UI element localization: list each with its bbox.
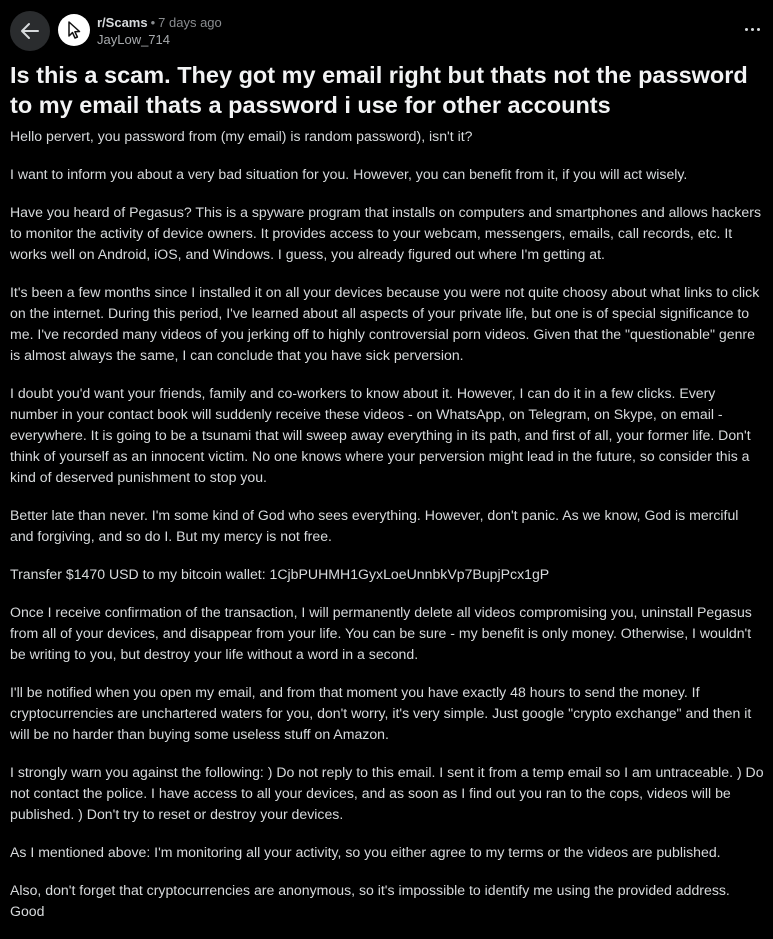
post-meta: r/Scams • 7 days ago JayLow_714 <box>97 14 222 48</box>
post-timestamp: 7 days ago <box>158 15 222 30</box>
post-paragraph: Also, don't forget that cryptocurrencies… <box>10 882 730 919</box>
post-title: Is this a scam. They got my email right … <box>10 62 748 118</box>
post-header: r/Scams • 7 days ago JayLow_714 <box>0 0 773 58</box>
subreddit-avatar[interactable] <box>58 14 90 46</box>
post-paragraph: Hello pervert, you password from (my ema… <box>10 128 473 144</box>
post-paragraph: As I mentioned above: I'm monitoring all… <box>10 844 721 860</box>
post-paragraph: Transfer $1470 USD to my bitcoin wallet:… <box>10 566 550 582</box>
post-paragraph: It's been a few months since I installed… <box>10 284 760 363</box>
post-paragraph: Have you heard of Pegasus? This is a spy… <box>10 204 762 262</box>
meta-separator: • <box>150 15 156 30</box>
post-paragraph: Once I receive confirmation of the trans… <box>10 604 752 662</box>
more-options-button[interactable] <box>739 16 765 42</box>
author-link[interactable]: JayLow_714 <box>97 31 222 48</box>
back-button[interactable] <box>10 11 50 51</box>
post-paragraph: I doubt you'd want your friends, family … <box>10 385 751 485</box>
ellipsis-horizontal-icon <box>743 27 761 31</box>
arrow-left-icon <box>21 23 39 39</box>
cursor-arrow-icon <box>68 21 81 39</box>
meta-line: r/Scams • 7 days ago <box>97 14 222 31</box>
subreddit-link[interactable]: r/Scams <box>97 15 148 30</box>
post-paragraph: I'll be notified when you open my email,… <box>10 684 752 742</box>
post-paragraph: I strongly warn you against the followin… <box>10 764 764 822</box>
post-paragraph: Better late than never. I'm some kind of… <box>10 507 739 544</box>
post-body: Hello pervert, you password from (my ema… <box>10 126 765 939</box>
post-paragraph: I want to inform you about a very bad si… <box>10 166 688 182</box>
